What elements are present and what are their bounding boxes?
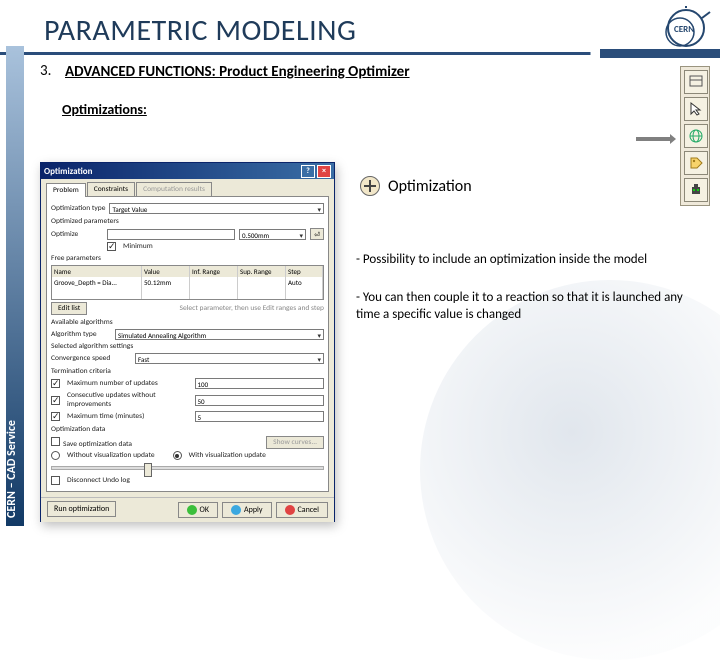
algorithms-group: Available algorithms (51, 318, 324, 327)
minimum-checkbox[interactable] (107, 242, 116, 251)
bullet-2: - You can then couple it to a reaction s… (356, 290, 702, 323)
with-vis-radio[interactable] (173, 451, 182, 460)
title-underline (0, 52, 720, 55)
pointer-icon[interactable] (684, 97, 708, 121)
tab-problem[interactable]: Problem (46, 183, 86, 197)
table-row[interactable]: Groove_Depth = Dia... 50.12mm Auto (52, 277, 323, 288)
globe-icon[interactable] (684, 124, 708, 148)
optim-type-select[interactable]: Target Value (109, 203, 324, 214)
assign-button[interactable]: ⏎ (310, 228, 324, 240)
conv-speed-label: Convergence speed (51, 354, 131, 363)
ranges-hint: Select parameter, then use Edit ranges a… (180, 304, 324, 313)
optim-type-label: Optimization type (51, 204, 105, 213)
save-data-label: Save optimization data (63, 440, 132, 449)
optimize-label: Optimize (51, 230, 103, 239)
conv-speed-select[interactable]: Fast (135, 353, 324, 364)
max-updates-checkbox[interactable] (51, 379, 60, 388)
no-vis-radio[interactable] (51, 451, 60, 460)
cern-logo: CERN (652, 4, 712, 52)
max-time-field[interactable]: 5 (195, 411, 325, 422)
tab-constraints[interactable]: Constraints (87, 182, 135, 196)
tab-results: Computation results (136, 182, 212, 196)
close-button[interactable]: × (317, 165, 331, 178)
svg-text:CERN – CAD Service: CERN – CAD Service (6, 420, 19, 518)
max-updates-field[interactable]: 100 (195, 378, 325, 389)
optimization-dialog: Optimization ? × Problem Constraints Com… (40, 162, 335, 522)
max-time-checkbox[interactable] (51, 412, 60, 421)
algo-type-label: Algorithm type (51, 330, 111, 339)
run-optimization-button[interactable]: Run optimization (47, 501, 116, 517)
optimizations-label: Optimizations: (62, 101, 706, 118)
disconnect-undo-label: Disconnect Undo log (67, 476, 130, 485)
termination-group: Termination criteria (51, 367, 324, 376)
tag-icon[interactable] (684, 151, 708, 175)
ok-button[interactable]: OK (178, 502, 218, 518)
help-button[interactable]: ? (301, 165, 315, 178)
apply-button[interactable]: Apply (222, 502, 272, 518)
col-name: Name (52, 266, 142, 277)
consec-checkbox[interactable] (51, 396, 60, 405)
optim-params-group: Optimized parameters (51, 217, 324, 226)
cancel-button[interactable]: Cancel (276, 502, 329, 518)
optimize-field[interactable] (107, 229, 235, 240)
no-vis-label: Without visualization update (67, 451, 155, 460)
optimization-icon (360, 176, 380, 196)
svg-text:CERN: CERN (674, 24, 694, 35)
free-params-group: Free parameters (51, 254, 324, 263)
algo-type-select[interactable]: Simulated Annealing Algorithm (115, 329, 324, 340)
section-subtitle: ADVANCED FUNCTIONS: Product Engineering … (65, 63, 410, 81)
max-updates-label: Maximum number of updates (67, 379, 191, 388)
edit-list-button[interactable]: Edit list (51, 302, 87, 315)
save-group: Optimization data (51, 425, 324, 434)
col-value: Value (142, 266, 190, 277)
max-time-label: Maximum time (minutes) (67, 412, 191, 421)
dialog-titlebar[interactable]: Optimization ? × (41, 163, 334, 179)
with-vis-label: With visualization update (189, 451, 266, 460)
col-sup: Sup. Range (238, 266, 286, 277)
robot-icon[interactable] (684, 178, 708, 202)
disconnect-undo-checkbox[interactable] (51, 476, 60, 485)
bullet-1: - Possibility to include an optimization… (356, 252, 702, 268)
section-number: 3. (40, 62, 51, 80)
consec-label: Consecutive updates without improvements (67, 391, 191, 409)
consec-field[interactable]: 50 (195, 395, 325, 406)
vertical-toolbox (680, 66, 710, 206)
save-data-checkbox[interactable] (51, 437, 60, 446)
target-value-field[interactable]: 0.500mm (239, 229, 306, 240)
page-title: PARAMETRIC MODELING (44, 12, 356, 49)
dialog-title: Optimization (44, 166, 92, 177)
minimum-label: Minimum (123, 242, 153, 251)
params-table[interactable]: Name Value Inf. Range Sup. Range Step Gr… (51, 265, 324, 300)
col-step: Step (286, 266, 323, 277)
show-curves-button: Show curves... (266, 436, 324, 449)
panel-icon[interactable] (684, 70, 708, 94)
vis-slider[interactable] (51, 466, 324, 470)
algo-settings-label: Selected algorithm settings (51, 342, 324, 351)
side-label: CERN – CAD Service (6, 46, 24, 526)
arrow-icon (636, 130, 676, 140)
dialog-tabs: Problem Constraints Computation results (46, 182, 329, 197)
feature-name: Optimization (388, 177, 472, 196)
col-inf: Inf. Range (190, 266, 238, 277)
